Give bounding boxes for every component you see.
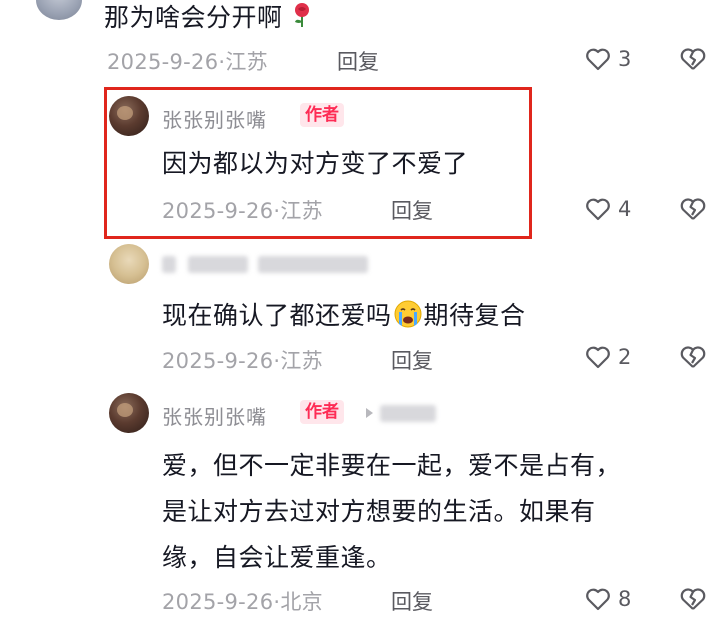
comment-text: 那为啥会分开啊 (104, 0, 313, 34)
heart-icon (584, 45, 612, 73)
heart-icon (584, 195, 612, 223)
username[interactable]: 张张别张嘴 (162, 401, 267, 430)
reply-button[interactable]: 回复 (391, 586, 433, 616)
comment-date: 2025-9-26·江苏 (162, 349, 323, 373)
username[interactable]: 张张别张嘴 (162, 104, 267, 133)
like-count: 8 (618, 587, 632, 611)
avatar[interactable] (109, 96, 149, 136)
heart-icon (584, 343, 612, 371)
author-badge: 作者 (300, 103, 344, 127)
reply-button[interactable]: 回复 (391, 195, 433, 225)
broken-heart-icon (678, 195, 708, 223)
like-count: 2 (618, 345, 632, 369)
comment-text: 现在确认了都还爱吗 期待复合 (162, 300, 526, 330)
rose-icon (291, 2, 313, 28)
like-count: 3 (618, 47, 632, 71)
comment-date: 2025-9-26·北京 (162, 590, 323, 614)
avatar[interactable] (109, 244, 149, 284)
dislike-button[interactable] (678, 585, 708, 613)
dislike-button[interactable] (678, 45, 708, 73)
broken-heart-icon (678, 45, 708, 73)
dislike-button[interactable] (678, 195, 708, 223)
crying-face-icon (394, 300, 422, 328)
avatar[interactable] (36, 0, 82, 20)
broken-heart-icon (678, 585, 708, 613)
comment-date: 2025-9-26·江苏 (107, 50, 268, 74)
dislike-button[interactable] (678, 343, 708, 371)
comment-text: 爱，但不一定非要在一起，爱不是占有， 是让对方去过对方想要的生活。如果有 缘，自… (162, 451, 622, 572)
avatar[interactable] (109, 393, 149, 433)
like-count: 4 (618, 197, 632, 221)
author-badge: 作者 (300, 400, 344, 424)
reply-target-blurred (366, 403, 436, 423)
reply-button[interactable]: 回复 (337, 46, 379, 76)
comment-date: 2025-9-26·江苏 (162, 199, 323, 223)
reply-button[interactable]: 回复 (391, 345, 433, 375)
comment-text: 因为都以为对方变了不爱了 (162, 149, 469, 178)
username-blurred[interactable] (162, 253, 372, 275)
broken-heart-icon (678, 343, 708, 371)
heart-icon (584, 585, 612, 613)
